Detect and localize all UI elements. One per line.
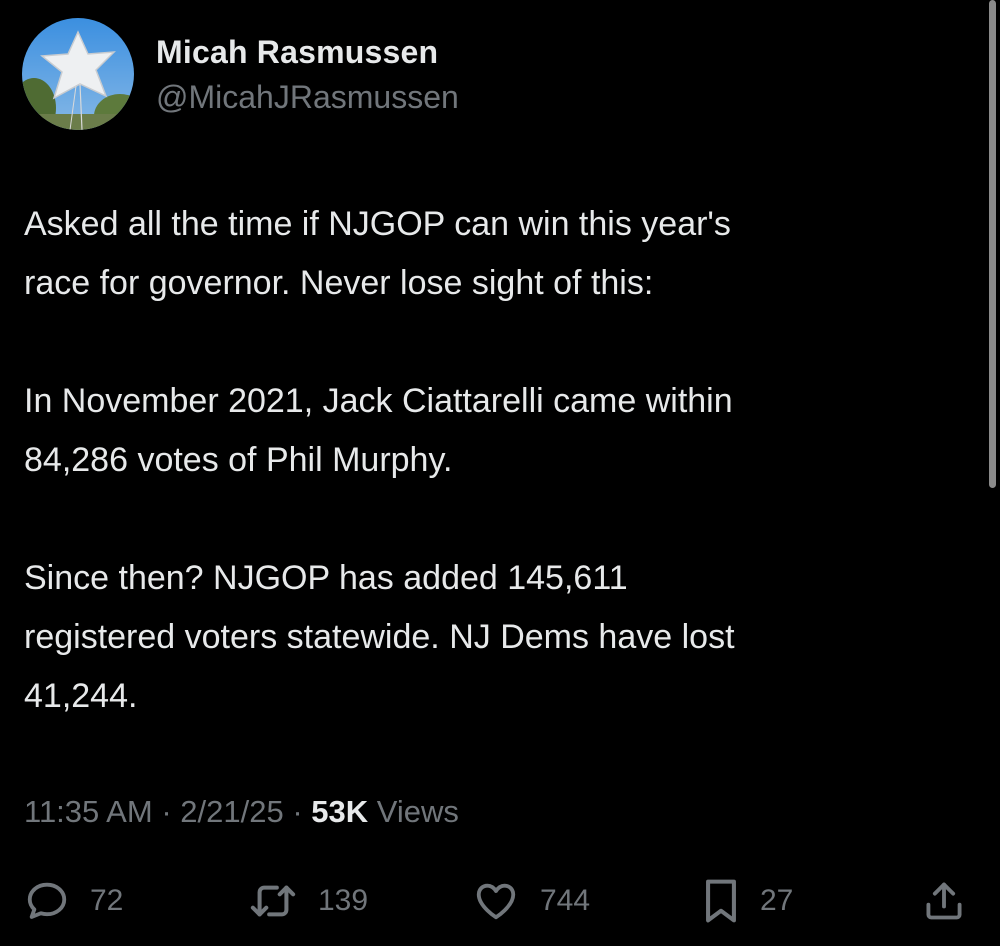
tweet: Micah Rasmussen @MicahJRasmussen Asked a… <box>0 0 1000 946</box>
retweet-count: 139 <box>318 884 369 917</box>
bookmark-button[interactable]: 27 <box>702 876 793 926</box>
share-button[interactable] <box>922 876 966 926</box>
tweet-date[interactable]: 2/21/25 <box>180 794 283 829</box>
meta-separator: · <box>292 794 303 829</box>
bookmark-icon <box>706 879 736 923</box>
tweet-time[interactable]: 11:35 AM <box>24 794 153 829</box>
scrollbar[interactable] <box>989 0 996 488</box>
tweet-header: Micah Rasmussen @MicahJRasmussen <box>22 18 459 130</box>
tweet-paragraph: Since then? NJGOP has added 145,611 regi… <box>24 559 735 715</box>
views-count[interactable]: 53K <box>311 794 368 829</box>
meta-separator: · <box>161 794 172 829</box>
author-handle[interactable]: @MicahJRasmussen <box>156 77 459 117</box>
retweet-button[interactable]: 139 <box>248 876 368 926</box>
reply-count: 72 <box>90 884 124 917</box>
bookmark-count: 27 <box>760 884 794 917</box>
action-bar: 72 139 744 27 <box>0 876 1000 926</box>
like-button[interactable]: 744 <box>472 876 590 926</box>
reply-icon <box>27 882 67 919</box>
tweet-text: Asked all the time if NJGOP can win this… <box>24 195 964 726</box>
like-count: 744 <box>540 884 591 917</box>
balloon-avatar-icon[interactable] <box>22 18 134 130</box>
tweet-paragraph: In November 2021, Jack Ciattarelli came … <box>24 382 733 479</box>
views-label[interactable]: Views <box>377 794 459 829</box>
tweet-paragraph: Asked all the time if NJGOP can win this… <box>24 205 731 302</box>
author-names: Micah Rasmussen @MicahJRasmussen <box>156 32 459 117</box>
author-display-name[interactable]: Micah Rasmussen <box>156 32 459 72</box>
heart-icon <box>476 883 516 920</box>
tweet-meta: 11:35 AM · 2/21/25 · 53K Views <box>24 792 459 832</box>
retweet-icon <box>250 885 296 917</box>
reply-button[interactable]: 72 <box>24 876 123 926</box>
share-icon <box>926 882 962 920</box>
